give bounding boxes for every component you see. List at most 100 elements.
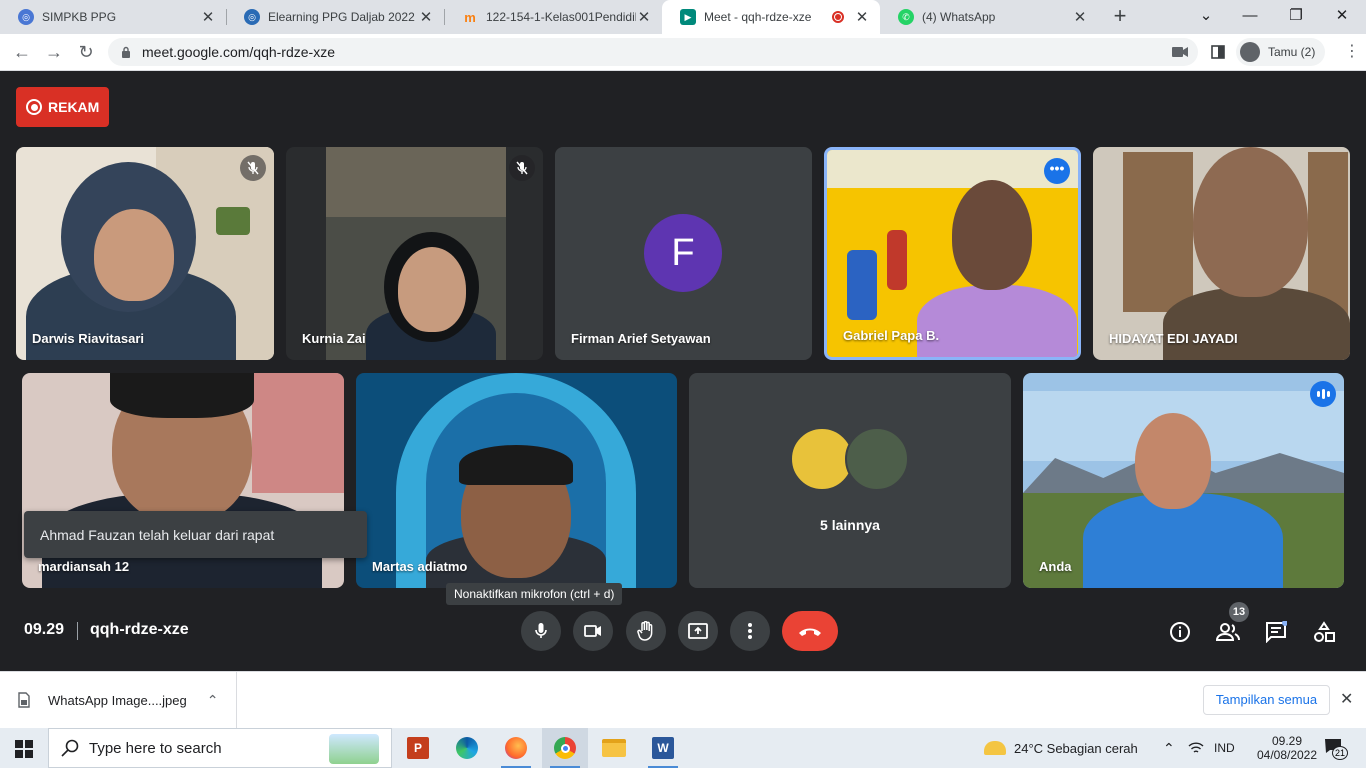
taskbar-firefox[interactable]	[493, 728, 539, 768]
record-button[interactable]: REKAM	[16, 87, 109, 127]
tab-title: Meet - qqh-rdze-xze	[704, 10, 812, 24]
mic-off-icon	[240, 155, 266, 181]
word-icon: W	[652, 737, 674, 759]
forward-button[interactable]: →	[42, 41, 66, 65]
more-options-button[interactable]	[730, 611, 770, 651]
download-item[interactable]: WhatsApp Image....jpeg ⌃	[0, 672, 237, 728]
globe-icon: ◎	[244, 9, 260, 25]
powerpoint-icon: P	[407, 737, 429, 759]
lock-icon	[122, 46, 130, 58]
microphone-button[interactable]	[521, 611, 561, 651]
chrome-icon	[554, 737, 576, 759]
people-button[interactable]	[1215, 619, 1241, 645]
tab-search-icon[interactable]: ⌄	[1186, 4, 1226, 28]
participant-tile[interactable]: Martas adiatmo	[356, 373, 677, 588]
close-tab-icon[interactable]: ✕	[636, 8, 652, 26]
search-highlight-icon	[329, 734, 379, 764]
close-tab-icon[interactable]: ✕	[1072, 8, 1088, 26]
close-tab-icon[interactable]: ✕	[200, 8, 216, 26]
weather-icon	[984, 741, 1006, 755]
camera-icon	[584, 625, 601, 637]
meeting-info-button[interactable]	[1167, 619, 1193, 645]
side-panel-icon[interactable]	[1211, 45, 1225, 59]
chevron-up-icon[interactable]: ⌃	[1163, 728, 1175, 768]
taskbar-search[interactable]: Type here to search	[48, 728, 392, 768]
meet-icon: ▶	[680, 9, 696, 25]
maximize-button[interactable]: ❐	[1276, 4, 1316, 28]
whatsapp-icon: ✆	[898, 9, 914, 25]
language-indicator[interactable]: IND	[1214, 728, 1235, 768]
clock-time: 09.29	[1271, 734, 1303, 748]
tab-title: (4) WhatsApp	[922, 10, 996, 24]
download-bar: WhatsApp Image....jpeg ⌃ Tampilkan semua…	[0, 671, 1366, 728]
present-screen-button[interactable]	[678, 611, 718, 651]
raise-hand-button[interactable]	[626, 611, 666, 651]
notification-center-button[interactable]: 21	[1324, 738, 1348, 760]
participant-name: HIDAYAT EDI JAYADI	[1109, 331, 1238, 346]
taskbar-powerpoint[interactable]: P	[395, 728, 441, 768]
close-window-button[interactable]: ✕	[1322, 4, 1362, 28]
close-tab-icon[interactable]: ✕	[854, 8, 870, 26]
more-vert-icon	[748, 623, 752, 639]
address-bar[interactable]: meet.google.com/qqh-rdze-xze	[108, 38, 1198, 66]
participant-tile[interactable]: 5 lainnya	[689, 373, 1011, 588]
participant-name: Gabriel Papa B.	[843, 328, 940, 343]
profile-label: Tamu (2)	[1268, 45, 1316, 59]
info-icon	[1170, 622, 1190, 642]
camera-button[interactable]	[573, 611, 613, 651]
taskbar-edge[interactable]	[444, 728, 490, 768]
search-icon	[61, 739, 79, 757]
more-options-icon[interactable]: •••	[1044, 158, 1070, 184]
minimize-button[interactable]: —	[1230, 4, 1270, 28]
participant-tile[interactable]: F Firman Arief Setyawan	[555, 147, 812, 360]
tab-elearning[interactable]: ◎ Elearning PPG Daljab 2022 ✕	[226, 0, 444, 34]
weather-text: 24°C Sebagian cerah	[1014, 740, 1138, 756]
chat-button[interactable]	[1263, 619, 1289, 645]
tab-strip: ◎ SIMPKB PPG ✕ ◎ Elearning PPG Daljab 20…	[0, 0, 1366, 34]
tab-whatsapp[interactable]: ✆ (4) WhatsApp ✕	[880, 0, 1098, 34]
taskbar-chrome[interactable]	[542, 728, 588, 768]
profile-button[interactable]: Tamu (2)	[1236, 38, 1326, 66]
camera-in-use-icon[interactable]	[1172, 46, 1188, 58]
participant-name: Anda	[1039, 559, 1072, 574]
weather-widget[interactable]: 24°C Sebagian cerah	[984, 728, 1138, 768]
clock-date: 04/08/2022	[1256, 748, 1318, 762]
avatar	[1240, 42, 1260, 62]
participant-tile[interactable]: Kurnia Zai	[286, 147, 543, 360]
close-tab-icon[interactable]: ✕	[418, 8, 434, 26]
activities-button[interactable]	[1311, 619, 1337, 645]
back-button[interactable]: ←	[10, 41, 34, 65]
taskbar-file-explorer[interactable]	[591, 728, 637, 768]
edge-icon	[456, 737, 478, 759]
tab-moodle[interactable]: m 122-154-1-Kelas001Pendidik ✕	[444, 0, 662, 34]
activities-icon	[1314, 621, 1335, 642]
menu-kebab-icon[interactable]: ⋮	[1340, 41, 1364, 65]
participant-tile[interactable]: Darwis Riavitasari	[16, 147, 274, 360]
tab-simpkb[interactable]: ◎ SIMPKB PPG ✕	[0, 0, 226, 34]
show-all-button[interactable]: Tampilkan semua	[1203, 685, 1330, 715]
participant-name: mardiansah 12	[38, 559, 130, 574]
reload-button[interactable]: ↻	[74, 41, 98, 65]
people-icon	[1216, 623, 1240, 641]
chevron-up-icon[interactable]: ⌃	[207, 692, 219, 709]
taskbar-word[interactable]: W	[640, 728, 686, 768]
participant-name: Darwis Riavitasari	[32, 331, 145, 346]
participant-tile[interactable]: Anda	[1023, 373, 1344, 588]
participant-tile[interactable]: Gabriel Papa B. •••	[824, 147, 1081, 360]
folder-icon	[602, 739, 626, 757]
windows-start-icon[interactable]	[15, 740, 33, 758]
file-icon	[18, 692, 30, 708]
tab-meet[interactable]: ▶ Meet - qqh-rdze-xze ✕	[662, 0, 880, 34]
meeting-time: 09.29	[24, 621, 65, 638]
taskbar-clock[interactable]: 09.29 04/08/2022	[1257, 728, 1317, 768]
wifi-icon[interactable]	[1188, 741, 1204, 755]
close-icon[interactable]: ✕	[1340, 689, 1353, 709]
participant-tile[interactable]: HIDAYAT EDI JAYADI	[1093, 147, 1350, 360]
participant-name: Martas adiatmo	[372, 559, 468, 574]
meeting-code: qqh-rdze-xze	[90, 621, 189, 638]
search-placeholder: Type here to search	[89, 739, 222, 757]
new-tab-button[interactable]: +	[1108, 5, 1132, 29]
url-text: meet.google.com/qqh-rdze-xze	[142, 44, 335, 60]
leave-call-button[interactable]	[782, 611, 838, 651]
meet-stage: REKAM Darwis Riavitasari Kurnia Zai F Fi…	[0, 71, 1366, 671]
